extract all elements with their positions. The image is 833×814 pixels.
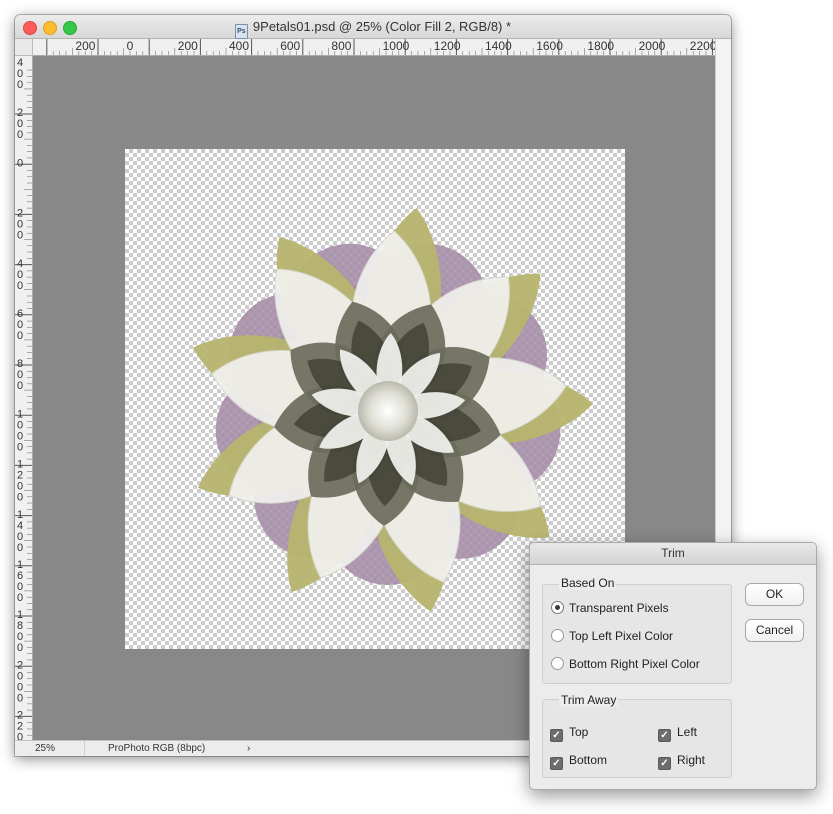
radio-indicator[interactable] (551, 629, 564, 642)
radio-selected-indicator[interactable] (551, 601, 564, 614)
ruler-label: 0 (127, 39, 134, 53)
zoom-level-field[interactable]: 25% (15, 741, 85, 756)
radio-top-left-pixel-color[interactable]: Top Left Pixel Color (551, 628, 673, 644)
radio-indicator[interactable] (551, 657, 564, 670)
ok-button[interactable]: OK (745, 583, 804, 606)
flower-center (358, 381, 418, 441)
ruler-label: 0 (17, 732, 23, 740)
ruler-label: 0 (17, 129, 23, 141)
vertical-ruler[interactable]: 4002000200400600800100012001400160018002… (15, 56, 33, 740)
ruler-label: 1200 (434, 39, 461, 53)
ruler-label: 600 (280, 39, 300, 53)
ruler-label: 0 (17, 280, 23, 292)
ruler-label: 0 (17, 592, 23, 604)
title-bar[interactable]: Ps 9Petals01.psd @ 25% (Color Fill 2, RGB… (15, 15, 731, 39)
checkbox-right[interactable]: ✓ Right (658, 752, 705, 770)
checkbox-top[interactable]: ✓ Top (550, 724, 588, 742)
status-menu-arrow[interactable]: › (247, 741, 250, 756)
ruler-label: 200 (75, 39, 95, 53)
ruler-label: 1000 (383, 39, 410, 53)
ruler-label: 0 (17, 441, 23, 453)
ruler-label: 2000 (639, 39, 666, 53)
ruler-label: 400 (229, 39, 249, 53)
ruler-label: 0 (17, 330, 23, 342)
checkmark-icon[interactable]: ✓ (658, 729, 671, 742)
ruler-label: 0 (17, 492, 23, 504)
ruler-label: 800 (331, 39, 351, 53)
ruler-label: 2200 (690, 39, 715, 53)
radio-transparent-pixels[interactable]: Transparent Pixels (551, 600, 669, 616)
checkmark-icon[interactable]: ✓ (550, 757, 563, 770)
checkbox-left[interactable]: ✓ Left (658, 724, 697, 742)
ruler-label: 0 (17, 230, 23, 242)
ruler-label: 200 (178, 39, 198, 53)
radio-bottom-right-pixel-color[interactable]: Bottom Right Pixel Color (551, 656, 700, 672)
ruler-label: 0 (17, 642, 23, 654)
ruler-label: 0 (17, 542, 23, 554)
ruler-label: 1400 (485, 39, 512, 53)
ruler-label: 0 (17, 380, 23, 392)
ruler-label: 0 (17, 79, 23, 91)
psd-file-icon: Ps (234, 24, 248, 39)
trim-away-label: Trim Away (559, 693, 619, 707)
checkmark-icon[interactable]: ✓ (550, 729, 563, 742)
ruler-label: 0 (17, 157, 23, 169)
ruler-label: 0 (17, 692, 23, 704)
horizontal-ruler[interactable]: 200 0 200 400 600 800 1000 1200 1400 1600 1800 2000… (33, 39, 715, 56)
ruler-label: 1800 (587, 39, 614, 53)
ruler-label: 1600 (536, 39, 563, 53)
dialog-title: Trim (530, 543, 816, 565)
color-profile-text[interactable]: ProPhoto RGB (8bpc) (108, 741, 205, 756)
trim-dialog: Trim Based On Transparent Pixels Top Lef… (529, 542, 817, 790)
ruler-origin[interactable] (15, 39, 33, 56)
based-on-label: Based On (559, 576, 617, 590)
checkbox-bottom[interactable]: ✓ Bottom (550, 752, 607, 770)
checkmark-icon[interactable]: ✓ (658, 757, 671, 770)
document-title: 9Petals01.psd @ 25% (Color Fill 2, RGB/8… (252, 19, 512, 34)
cancel-button[interactable]: Cancel (745, 619, 804, 642)
